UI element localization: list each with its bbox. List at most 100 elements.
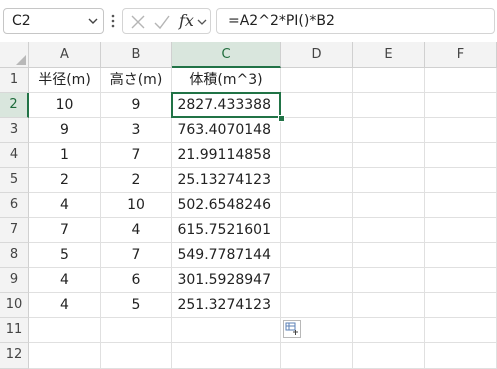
- cell-f2[interactable]: [425, 93, 497, 118]
- cell-c9[interactable]: 301.5928947: [172, 268, 281, 293]
- cell-a3[interactable]: 9: [29, 118, 101, 143]
- row-header-7[interactable]: 7: [0, 218, 29, 243]
- cell-e1[interactable]: [353, 68, 425, 93]
- cell-b10[interactable]: 5: [101, 293, 172, 318]
- cell-e11[interactable]: [353, 318, 425, 343]
- row-header-5[interactable]: 5: [0, 168, 29, 193]
- cell-a12[interactable]: [29, 343, 101, 369]
- row-header-8[interactable]: 8: [0, 243, 29, 268]
- cell-d8[interactable]: [281, 243, 353, 268]
- cell-c5[interactable]: 25.13274123: [172, 168, 281, 193]
- column-header-d[interactable]: D: [281, 42, 353, 68]
- cell-e5[interactable]: [353, 168, 425, 193]
- cell-f1[interactable]: [425, 68, 497, 93]
- fill-handle[interactable]: [278, 115, 285, 122]
- fx-icon[interactable]: fx: [179, 11, 194, 30]
- cell-a6[interactable]: 4: [29, 193, 101, 218]
- cell-d10[interactable]: [281, 293, 353, 318]
- cell-d6[interactable]: [281, 193, 353, 218]
- cell-e2[interactable]: [353, 93, 425, 118]
- cell-f11[interactable]: [425, 318, 497, 343]
- row-header-10[interactable]: 10: [0, 293, 29, 318]
- cell-d1[interactable]: [281, 68, 353, 93]
- cell-b3[interactable]: 3: [101, 118, 172, 143]
- row-header-11[interactable]: 11: [0, 318, 29, 343]
- cancel-x-icon[interactable]: [129, 13, 147, 31]
- cell-f9[interactable]: [425, 268, 497, 293]
- cell-e12[interactable]: [353, 343, 425, 369]
- row-header-2[interactable]: 2: [0, 93, 29, 118]
- cell-b2[interactable]: 9: [101, 93, 172, 118]
- cell-a2[interactable]: 10: [29, 93, 101, 118]
- row-header-1[interactable]: 1: [0, 68, 29, 93]
- cell-f10[interactable]: [425, 293, 497, 318]
- cell-d12[interactable]: [281, 343, 353, 369]
- cell-d7[interactable]: [281, 218, 353, 243]
- cell-b6[interactable]: 10: [101, 193, 172, 218]
- cell-b9[interactable]: 6: [101, 268, 172, 293]
- cell-c8[interactable]: 549.7787144: [172, 243, 281, 268]
- cell-a8[interactable]: 5: [29, 243, 101, 268]
- cell-f3[interactable]: [425, 118, 497, 143]
- cell-f8[interactable]: [425, 243, 497, 268]
- cell-a1[interactable]: 半径(m): [29, 68, 101, 93]
- column-header-c[interactable]: C: [172, 42, 281, 68]
- select-all-button[interactable]: [0, 42, 29, 68]
- cell-c3[interactable]: 763.4070148: [172, 118, 281, 143]
- cell-a11[interactable]: [29, 318, 101, 343]
- cell-b11[interactable]: [101, 318, 172, 343]
- cell-e4[interactable]: [353, 143, 425, 168]
- row-header-6[interactable]: 6: [0, 193, 29, 218]
- row-header-4[interactable]: 4: [0, 143, 29, 168]
- cell-e3[interactable]: [353, 118, 425, 143]
- cell-d2[interactable]: [281, 93, 353, 118]
- cell-d9[interactable]: [281, 268, 353, 293]
- cell-d3[interactable]: [281, 118, 353, 143]
- cell-a9[interactable]: 4: [29, 268, 101, 293]
- cell-c1[interactable]: 体積(m^3): [172, 68, 281, 93]
- chevron-down-icon[interactable]: [87, 15, 99, 27]
- cell-f12[interactable]: [425, 343, 497, 369]
- row-header-9[interactable]: 9: [0, 268, 29, 293]
- cell-c2[interactable]: 2827.433388: [172, 93, 281, 118]
- cell-c12[interactable]: [172, 343, 281, 369]
- cell-b4[interactable]: 7: [101, 143, 172, 168]
- more-options-icon[interactable]: [110, 12, 116, 30]
- cell-b7[interactable]: 4: [101, 218, 172, 243]
- cell-c11[interactable]: [172, 318, 281, 343]
- cell-c10[interactable]: 251.3274123: [172, 293, 281, 318]
- cell-a5[interactable]: 2: [29, 168, 101, 193]
- cell-d4[interactable]: [281, 143, 353, 168]
- cell-e9[interactable]: [353, 268, 425, 293]
- row-header-12[interactable]: 12: [0, 343, 29, 369]
- checkmark-icon[interactable]: [153, 13, 171, 31]
- cell-b12[interactable]: [101, 343, 172, 369]
- cell-b8[interactable]: 7: [101, 243, 172, 268]
- formula-input[interactable]: =A2^2*PI()*B2: [216, 8, 495, 34]
- column-header-a[interactable]: A: [29, 42, 101, 68]
- cell-c4[interactable]: 21.99114858: [172, 143, 281, 168]
- cell-e10[interactable]: [353, 293, 425, 318]
- cell-a10[interactable]: 4: [29, 293, 101, 318]
- expand-formula-chevron-icon[interactable]: [197, 17, 207, 27]
- cell-e8[interactable]: [353, 243, 425, 268]
- cell-f5[interactable]: [425, 168, 497, 193]
- cell-a7[interactable]: 7: [29, 218, 101, 243]
- cell-f7[interactable]: [425, 218, 497, 243]
- column-header-e[interactable]: E: [353, 42, 425, 68]
- quick-analysis-button[interactable]: [283, 320, 301, 338]
- cell-c6[interactable]: 502.6548246: [172, 193, 281, 218]
- cell-f6[interactable]: [425, 193, 497, 218]
- cell-c7[interactable]: 615.7521601: [172, 218, 281, 243]
- row-header-3[interactable]: 3: [0, 118, 29, 143]
- cell-f4[interactable]: [425, 143, 497, 168]
- cell-e6[interactable]: [353, 193, 425, 218]
- name-box[interactable]: C2: [3, 8, 104, 34]
- cell-a4[interactable]: 1: [29, 143, 101, 168]
- column-header-b[interactable]: B: [101, 42, 172, 68]
- cell-b5[interactable]: 2: [101, 168, 172, 193]
- column-header-f[interactable]: F: [425, 42, 497, 68]
- cell-d5[interactable]: [281, 168, 353, 193]
- cell-b1[interactable]: 高さ(m): [101, 68, 172, 93]
- cell-e7[interactable]: [353, 218, 425, 243]
